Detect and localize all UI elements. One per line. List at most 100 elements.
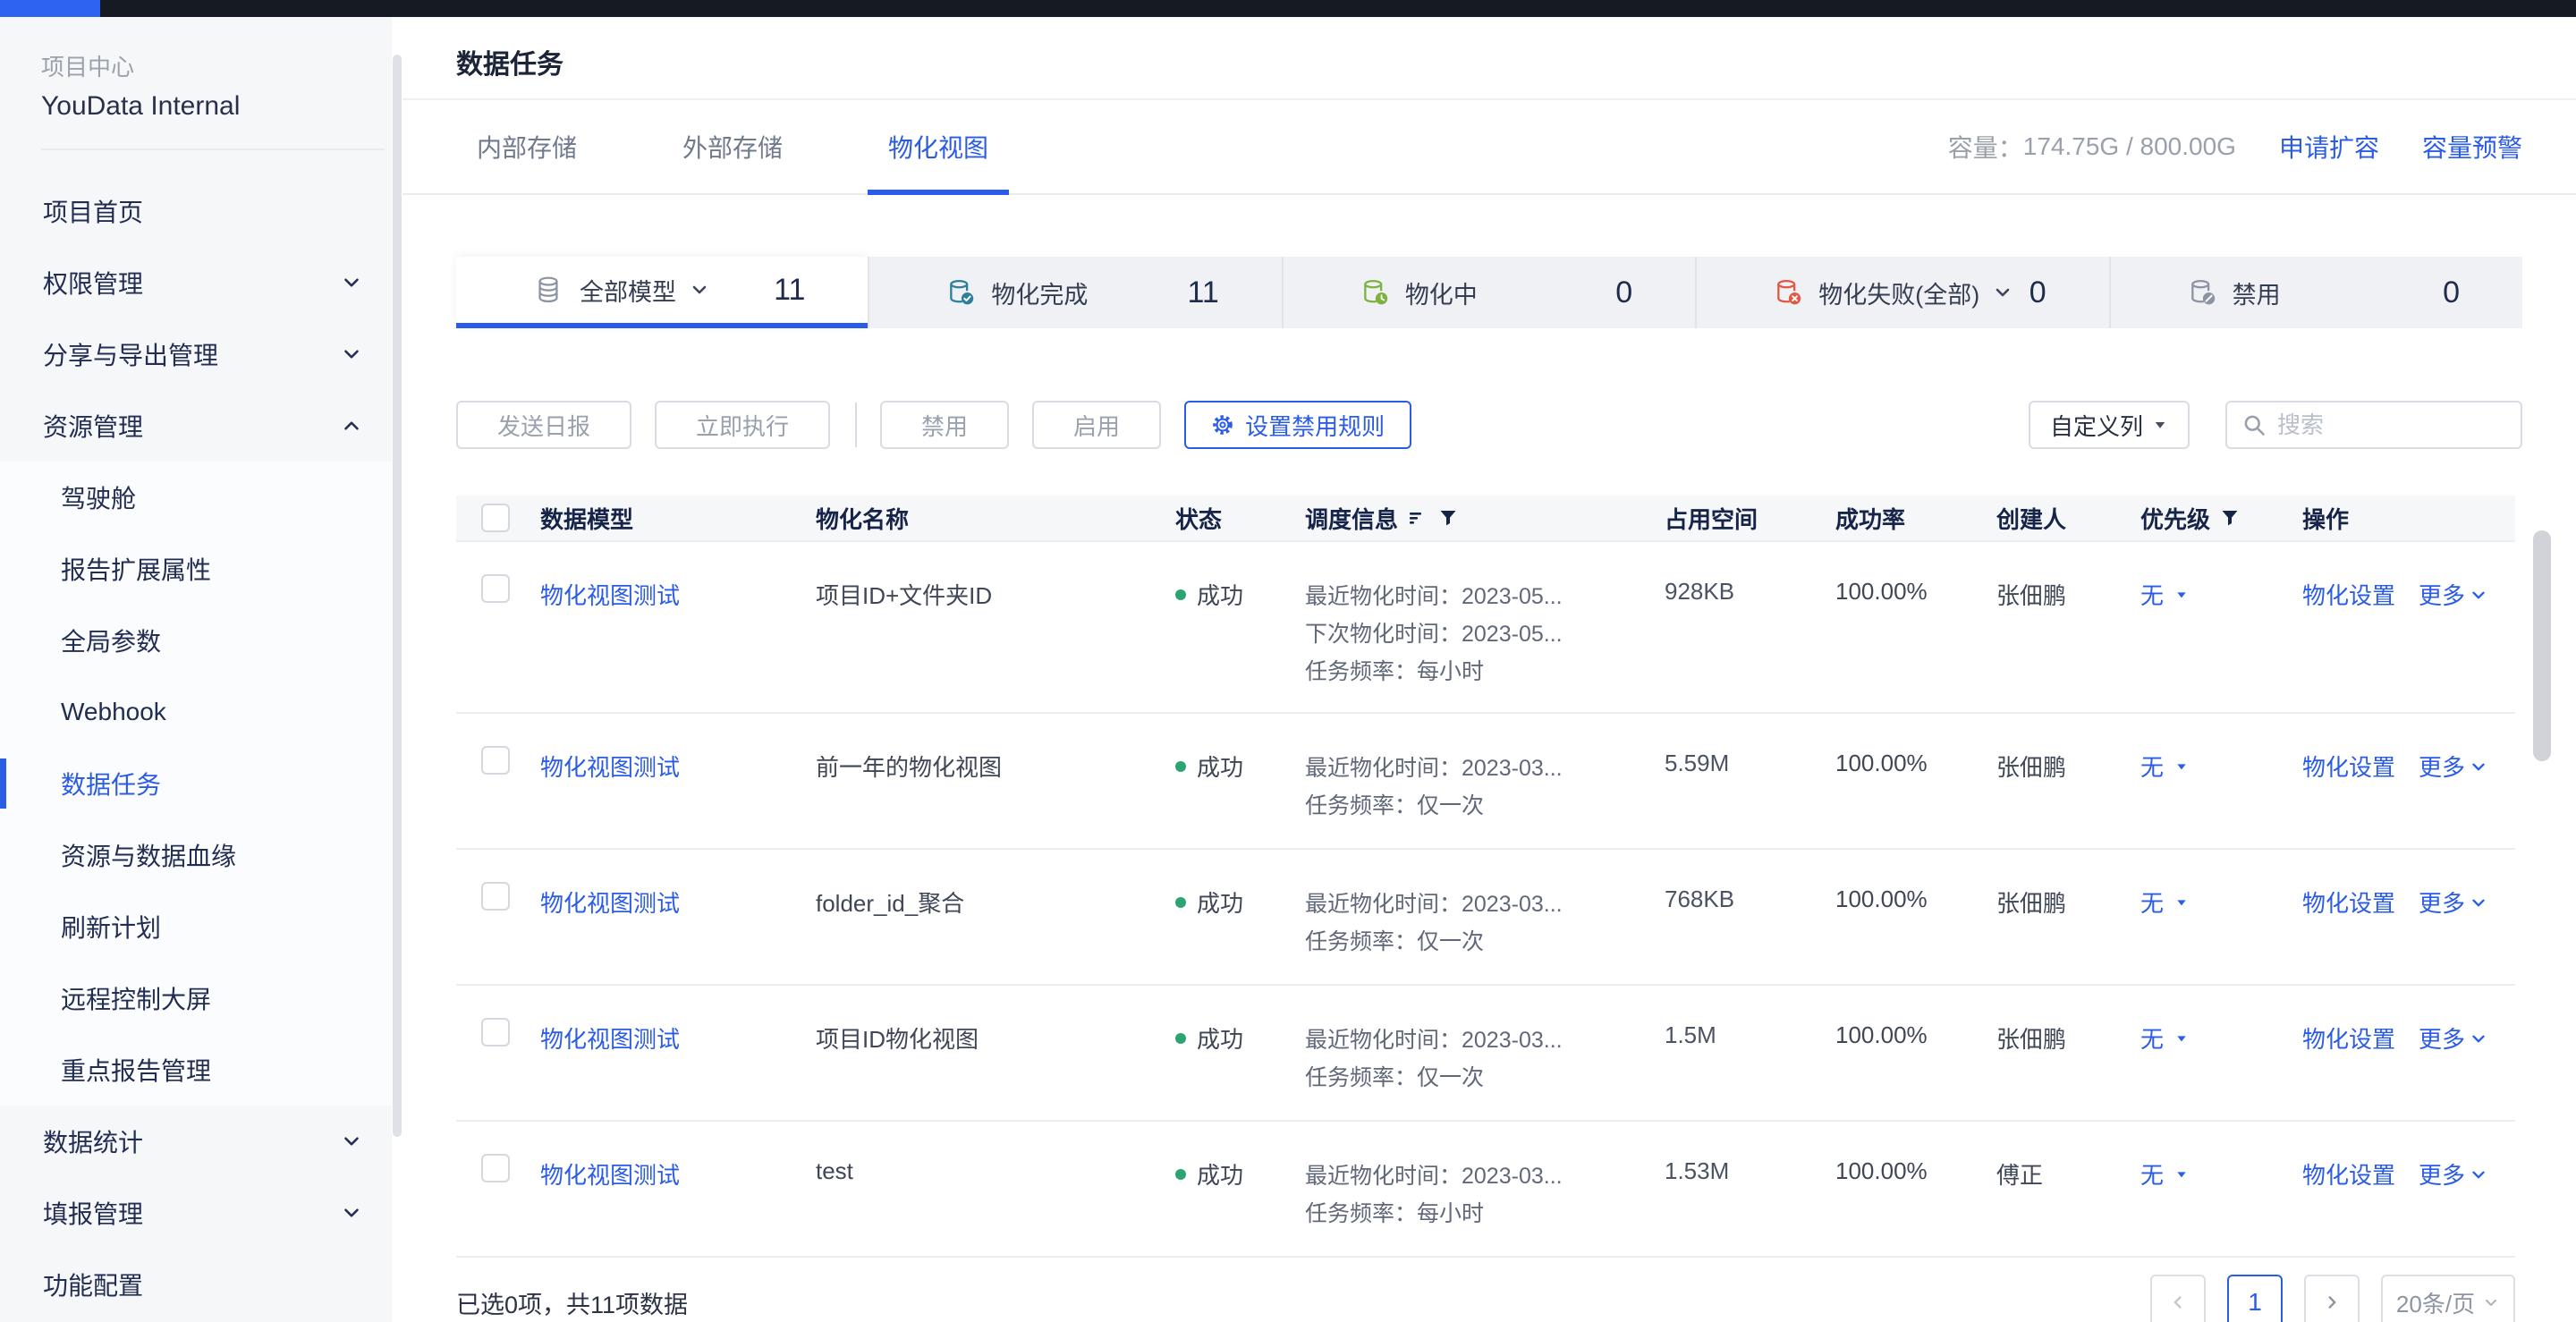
card-count: 0 xyxy=(1615,275,1632,310)
materialize-settings-link[interactable]: 物化设置 xyxy=(2302,578,2395,611)
success-dot-icon xyxy=(1175,1033,1186,1044)
row-checkbox[interactable] xyxy=(481,1018,510,1047)
success-rate-value: 100.00% xyxy=(1835,542,1996,606)
row-actions: 物化设置 更多 xyxy=(2302,714,2515,783)
sidebar-item-remote-screen[interactable]: 远程控制大屏 xyxy=(0,962,402,1034)
filter-card-materialized-done[interactable]: 物化完成 11 xyxy=(868,257,1281,328)
run-now-button[interactable]: 立即执行 xyxy=(655,401,830,449)
triangle-down-icon xyxy=(2174,588,2189,602)
gear-icon xyxy=(1211,413,1234,436)
more-dropdown[interactable]: 更多 xyxy=(2419,750,2488,783)
row-checkbox[interactable] xyxy=(481,746,510,775)
model-link[interactable]: 物化视图测试 xyxy=(540,890,680,917)
success-dot-icon xyxy=(1175,1169,1186,1180)
sidebar-item-data-stats[interactable]: 数据统计 xyxy=(0,1106,402,1177)
sidebar-item-share-export[interactable]: 分享与导出管理 xyxy=(0,318,402,390)
model-link[interactable]: 物化视图测试 xyxy=(540,754,680,781)
next-page-button[interactable] xyxy=(2304,1275,2360,1322)
filter-card-materializing[interactable]: 物化中 0 xyxy=(1282,257,1695,328)
filter-card-materialize-failed[interactable]: 物化失败(全部) 0 xyxy=(1695,257,2108,328)
view-name: 前一年的物化视图 xyxy=(816,714,1175,783)
col-success-rate: 成功率 xyxy=(1835,502,1996,535)
view-name: test xyxy=(816,1122,1175,1185)
sidebar: 项目中心 YouData Internal 项目首页 权限管理 分享与导出管理 xyxy=(0,17,402,1322)
model-link[interactable]: 物化视图测试 xyxy=(540,1162,680,1189)
sidebar-item-form-mgmt[interactable]: 填报管理 xyxy=(0,1177,402,1249)
sidebar-item-key-reports[interactable]: 重点报告管理 xyxy=(0,1034,402,1106)
sidebar-item-webhook[interactable]: Webhook xyxy=(0,676,402,748)
enable-button[interactable]: 启用 xyxy=(1032,401,1161,449)
page-1-button[interactable]: 1 xyxy=(2227,1275,2283,1322)
project-center-label: 项目中心 xyxy=(41,49,363,82)
project-name[interactable]: YouData Internal xyxy=(41,91,363,122)
sidebar-item-data-tasks[interactable]: 数据任务 xyxy=(0,748,402,819)
sidebar-item-project-home[interactable]: 项目首页 xyxy=(0,175,402,247)
filter-card-all-models[interactable]: 全部模型 11 xyxy=(456,257,868,328)
priority-dropdown[interactable]: 无 xyxy=(2140,1157,2302,1191)
row-checkbox[interactable] xyxy=(481,574,510,603)
priority-dropdown[interactable]: 无 xyxy=(2140,886,2302,919)
model-link[interactable]: 物化视图测试 xyxy=(540,1026,680,1053)
col-schedule: 调度信息 xyxy=(1305,502,1665,535)
materialize-settings-link[interactable]: 物化设置 xyxy=(2302,1157,2395,1191)
creator-name: 张佃鹏 xyxy=(1996,714,2140,783)
disable-button[interactable]: 禁用 xyxy=(880,401,1009,449)
sort-icon[interactable] xyxy=(1407,507,1428,529)
sidebar-scrollbar[interactable] xyxy=(393,55,402,1137)
row-checkbox[interactable] xyxy=(481,1154,510,1182)
database-icon xyxy=(533,275,564,305)
more-dropdown[interactable]: 更多 xyxy=(2419,1157,2488,1191)
filter-icon[interactable] xyxy=(2219,507,2241,529)
card-count: 11 xyxy=(774,273,805,308)
tab-internal-storage[interactable]: 内部存储 xyxy=(456,100,597,193)
set-disable-rules-button[interactable]: 设置禁用规则 xyxy=(1184,401,1411,449)
tab-materialized-view[interactable]: 物化视图 xyxy=(868,100,1009,193)
apply-expand-link[interactable]: 申请扩容 xyxy=(2279,129,2379,165)
page-size-select[interactable]: 20条/页 xyxy=(2381,1275,2515,1322)
more-dropdown[interactable]: 更多 xyxy=(2419,886,2488,919)
sidebar-item-feature-config[interactable]: 功能配置 xyxy=(0,1249,402,1320)
row-actions: 物化设置 更多 xyxy=(2302,1122,2515,1191)
row-checkbox[interactable] xyxy=(481,882,510,911)
search-input[interactable] xyxy=(2277,411,2506,439)
sidebar-item-report-ext[interactable]: 报告扩展属性 xyxy=(0,533,402,605)
tab-external-storage[interactable]: 外部存储 xyxy=(662,100,803,193)
sidebar-item-cockpit[interactable]: 驾驶舱 xyxy=(0,462,402,533)
sidebar-item-global-params[interactable]: 全局参数 xyxy=(0,605,402,676)
capacity-alert-link[interactable]: 容量预警 xyxy=(2422,129,2522,165)
send-daily-button[interactable]: 发送日报 xyxy=(456,401,631,449)
materialize-settings-link[interactable]: 物化设置 xyxy=(2302,750,2395,783)
table-scrollbar[interactable] xyxy=(2533,530,2551,761)
table-row: 物化视图测试 folder_id_聚合 成功 最近物化时间：2023-03...… xyxy=(456,850,2515,986)
priority-dropdown[interactable]: 无 xyxy=(2140,578,2302,611)
success-dot-icon xyxy=(1175,761,1186,772)
sidebar-item-lineage[interactable]: 资源与数据血缘 xyxy=(0,819,402,891)
search-icon xyxy=(2241,412,2267,437)
model-link[interactable]: 物化视图测试 xyxy=(540,582,680,609)
chevron-down-icon[interactable] xyxy=(689,279,710,301)
more-dropdown[interactable]: 更多 xyxy=(2419,1021,2488,1055)
sidebar-item-refresh-plan[interactable]: 刷新计划 xyxy=(0,891,402,962)
filter-card-disabled[interactable]: 禁用 0 xyxy=(2109,257,2522,328)
size-value: 928KB xyxy=(1665,542,1835,606)
materialize-settings-link[interactable]: 物化设置 xyxy=(2302,886,2395,919)
materialize-settings-link[interactable]: 物化设置 xyxy=(2302,1021,2395,1055)
filter-icon[interactable] xyxy=(1437,507,1459,529)
custom-columns-button[interactable]: 自定义列 xyxy=(2029,401,2190,449)
priority-dropdown[interactable]: 无 xyxy=(2140,750,2302,783)
database-disabled-icon xyxy=(2188,278,2216,307)
chevron-down-icon xyxy=(2469,585,2488,605)
creator-name: 张佃鹏 xyxy=(1996,542,2140,611)
chevron-down-icon[interactable] xyxy=(1992,282,2013,303)
chevron-down-icon xyxy=(340,343,363,366)
chevron-down-icon xyxy=(2469,757,2488,776)
sidebar-item-resource-mgmt[interactable]: 资源管理 xyxy=(0,390,402,462)
database-check-icon xyxy=(946,278,975,307)
schedule-info: 最近物化时间：2023-03... 任务频率：仅一次 xyxy=(1305,714,1665,825)
sidebar-item-permission[interactable]: 权限管理 xyxy=(0,247,402,318)
select-all-checkbox[interactable] xyxy=(481,504,510,532)
prev-page-button[interactable] xyxy=(2150,1275,2206,1322)
size-value: 1.5M xyxy=(1665,986,1835,1049)
more-dropdown[interactable]: 更多 xyxy=(2419,578,2488,611)
priority-dropdown[interactable]: 无 xyxy=(2140,1021,2302,1055)
